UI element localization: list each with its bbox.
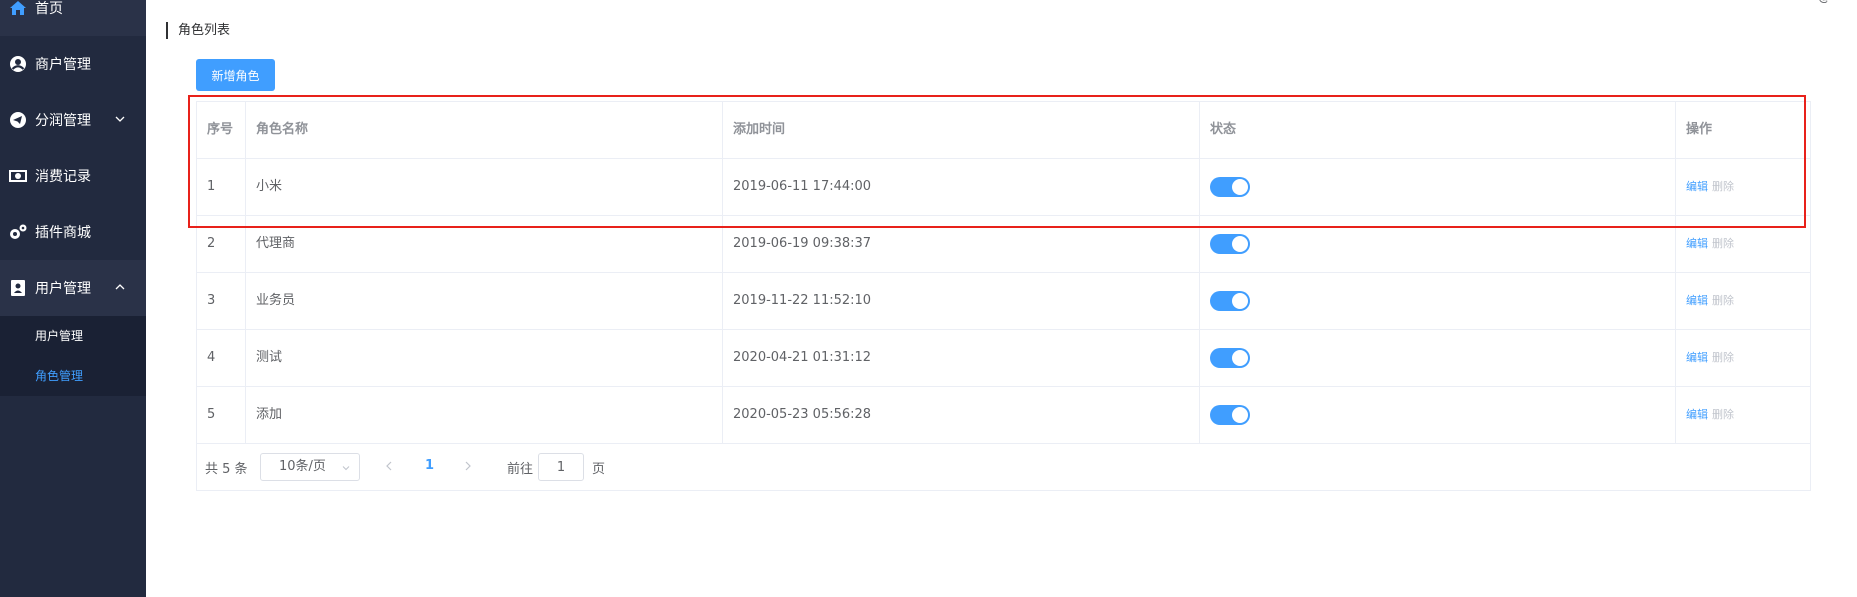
sidebar-item-label: 插件商城 xyxy=(35,225,91,241)
table-row: 1 小米 2019-06-11 17:44:00 编辑 删除 xyxy=(197,159,1810,216)
delete-button[interactable]: 删除 xyxy=(1712,351,1734,364)
role-table: 序号 角色名称 添加时间 状态 操作 1 小米 2019-06-11 17:44… xyxy=(196,101,1811,491)
user-card-icon xyxy=(8,278,28,298)
telegram-icon xyxy=(8,110,28,130)
sidebar: 首页 商户管理 分润管理 消费记录 插件商城 用户管理 用户管理 角色管理 xyxy=(0,0,146,597)
status-switch[interactable] xyxy=(1210,348,1250,368)
user-circle-icon xyxy=(8,54,28,74)
pagination: 共 5 条 10条/页 1 前往 页 xyxy=(197,444,1810,490)
row-actions: 编辑 删除 xyxy=(1676,159,1812,215)
page-number-current[interactable]: 1 xyxy=(425,458,434,473)
status-switch[interactable] xyxy=(1210,234,1250,254)
row-added-time: 2020-04-21 01:31:12 xyxy=(723,330,1200,386)
row-index: 4 xyxy=(197,330,246,386)
table-row: 4 测试 2020-04-21 01:31:12 编辑 删除 xyxy=(197,330,1810,387)
row-added-time: 2019-06-11 17:44:00 xyxy=(723,159,1200,215)
header-corner-text: @ xyxy=(1818,0,1830,4)
submenu-item-user-management[interactable]: 用户管理 xyxy=(35,327,83,344)
row-role-name: 小米 xyxy=(246,159,723,215)
pagination-total: 共 5 条 xyxy=(205,462,248,477)
row-role-name: 添加 xyxy=(246,387,723,443)
edit-button[interactable]: 编辑 xyxy=(1686,408,1708,421)
switch-knob xyxy=(1232,179,1248,195)
switch-knob xyxy=(1232,293,1248,309)
table-row: 5 添加 2020-05-23 05:56:28 编辑 删除 xyxy=(197,387,1810,444)
row-added-time: 2019-06-19 09:38:37 xyxy=(723,216,1200,272)
gears-icon xyxy=(8,222,28,242)
status-switch[interactable] xyxy=(1210,291,1250,311)
sidebar-item-label: 首页 xyxy=(35,1,63,17)
sidebar-item-home[interactable]: 首页 xyxy=(0,0,146,36)
prev-page-button[interactable] xyxy=(382,458,396,474)
row-index: 2 xyxy=(197,216,246,272)
table-row: 3 业务员 2019-11-22 11:52:10 编辑 删除 xyxy=(197,273,1810,330)
row-role-name: 代理商 xyxy=(246,216,723,272)
row-status-cell xyxy=(1200,216,1676,272)
sidebar-item-user-management[interactable]: 用户管理 xyxy=(0,260,146,316)
row-role-name: 业务员 xyxy=(246,273,723,329)
row-index: 3 xyxy=(197,273,246,329)
row-added-time: 2020-05-23 05:56:28 xyxy=(723,387,1200,443)
column-header-time: 添加时间 xyxy=(723,102,1200,158)
sidebar-item-label: 消费记录 xyxy=(35,169,91,185)
column-header-actions: 操作 xyxy=(1686,122,1713,137)
page-suffix-label: 页 xyxy=(592,462,606,477)
row-actions: 编辑 删除 xyxy=(1676,216,1812,272)
submenu-item-role-management[interactable]: 角色管理 xyxy=(35,367,83,384)
row-status-cell xyxy=(1200,273,1676,329)
chevron-down-icon xyxy=(342,466,350,471)
switch-knob xyxy=(1232,407,1248,423)
goto-label: 前往 xyxy=(507,462,534,477)
row-index: 5 xyxy=(197,387,246,443)
delete-button[interactable]: 删除 xyxy=(1712,237,1734,250)
page-size-value: 10条/页 xyxy=(279,459,326,474)
sidebar-item-label: 商户管理 xyxy=(35,57,91,73)
chevron-down-icon xyxy=(115,116,125,122)
edit-button[interactable]: 编辑 xyxy=(1686,294,1708,307)
row-status-cell xyxy=(1200,387,1676,443)
column-header-index: 序号 xyxy=(197,102,246,158)
status-switch[interactable] xyxy=(1210,405,1250,425)
sidebar-item-profit-share[interactable]: 分润管理 xyxy=(0,92,146,148)
row-role-name: 测试 xyxy=(246,330,723,386)
row-status-cell xyxy=(1200,159,1676,215)
table-header-row: 序号 角色名称 添加时间 状态 操作 xyxy=(197,102,1810,159)
sidebar-item-plugin-store[interactable]: 插件商城 xyxy=(0,204,146,260)
chevron-up-icon xyxy=(115,284,125,290)
row-actions: 编辑 删除 xyxy=(1676,330,1812,386)
status-switch[interactable] xyxy=(1210,177,1250,197)
sidebar-item-merchant[interactable]: 商户管理 xyxy=(0,36,146,92)
sidebar-item-label: 分润管理 xyxy=(35,113,91,129)
page-size-select[interactable]: 10条/页 xyxy=(260,453,360,481)
next-page-button[interactable] xyxy=(461,458,475,474)
row-actions: 编辑 删除 xyxy=(1676,387,1812,443)
column-header-name: 角色名称 xyxy=(246,102,723,158)
switch-knob xyxy=(1232,350,1248,366)
row-actions: 编辑 删除 xyxy=(1676,273,1812,329)
table-row: 2 代理商 2019-06-19 09:38:37 编辑 删除 xyxy=(197,216,1810,273)
sidebar-item-label: 用户管理 xyxy=(35,281,91,297)
delete-button[interactable]: 删除 xyxy=(1712,180,1734,193)
delete-button[interactable]: 删除 xyxy=(1712,294,1734,307)
home-icon xyxy=(8,0,28,18)
row-status-cell xyxy=(1200,330,1676,386)
edit-button[interactable]: 编辑 xyxy=(1686,180,1708,193)
switch-knob xyxy=(1232,236,1248,252)
add-role-button[interactable]: 新增角色 xyxy=(196,59,275,91)
sidebar-item-consumption[interactable]: 消费记录 xyxy=(0,148,146,204)
delete-button[interactable]: 删除 xyxy=(1712,408,1734,421)
money-icon xyxy=(8,166,28,186)
row-index: 1 xyxy=(197,159,246,215)
page-title: 角色列表 xyxy=(166,22,230,39)
row-added-time: 2019-11-22 11:52:10 xyxy=(723,273,1200,329)
goto-page-input[interactable] xyxy=(538,453,584,481)
submenu: 用户管理 角色管理 xyxy=(0,316,146,396)
column-header-status: 状态 xyxy=(1200,102,1676,158)
edit-button[interactable]: 编辑 xyxy=(1686,351,1708,364)
edit-button[interactable]: 编辑 xyxy=(1686,237,1708,250)
